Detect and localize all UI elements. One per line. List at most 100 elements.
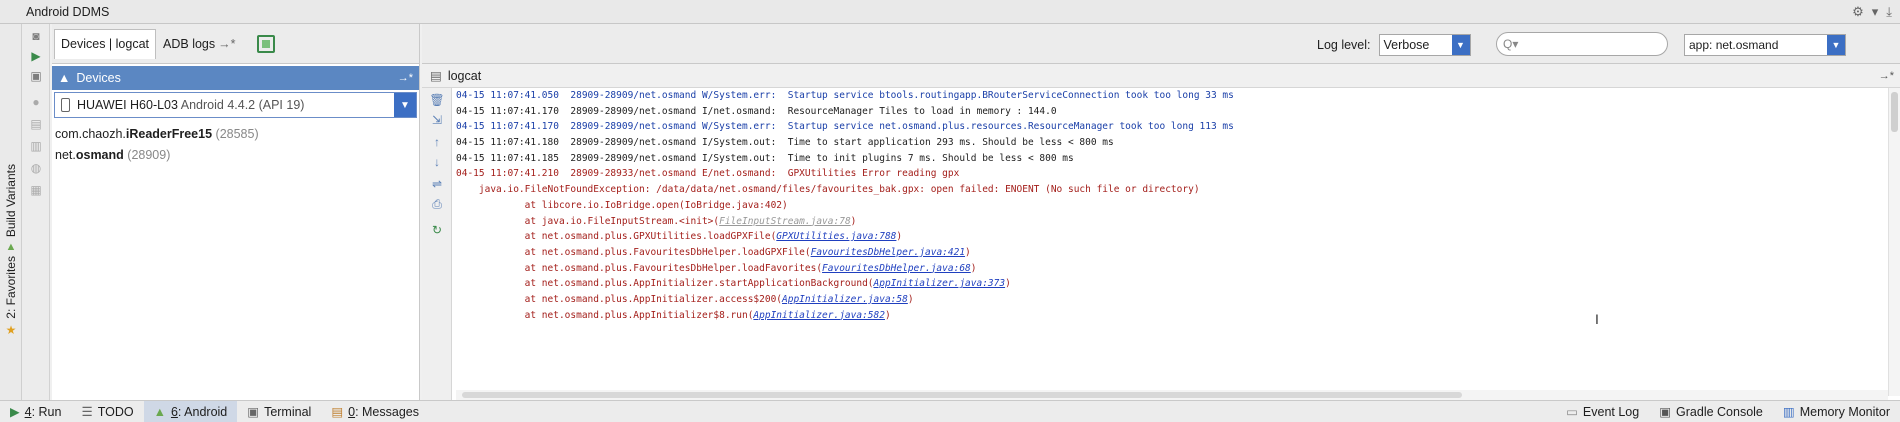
log-text: java.io.FileNotFoundException: /data/dat… xyxy=(456,184,1200,196)
log-line: at net.osmand.plus.FavouritesDbHelper.lo… xyxy=(456,261,1888,277)
gc-icon[interactable]: ◍ xyxy=(27,160,45,176)
device-name: HUAWEI H60-L03 xyxy=(77,98,178,112)
chevron-down-icon: ▼ xyxy=(1827,35,1845,55)
log-line: 04-15 11:07:41.185 28909-28909/net.osman… xyxy=(456,151,1888,167)
chevron-down-icon[interactable]: ▾ xyxy=(1872,4,1879,20)
heap-icon[interactable]: ▤ xyxy=(27,116,45,132)
log-text: at net.osmand.plus.FavouritesDbHelper.lo… xyxy=(456,262,823,274)
memory-monitor-tab[interactable]: ▥ Memory Monitor xyxy=(1773,401,1900,422)
log-line: java.io.FileNotFoundException: /data/dat… xyxy=(456,182,1888,198)
vertical-scrollbar[interactable] xyxy=(1888,88,1900,396)
android-icon: ▲ xyxy=(153,404,166,419)
search-input[interactable]: Q▾ xyxy=(1496,32,1668,56)
memory-icon: ▥ xyxy=(1782,405,1795,419)
soft-wrap-icon[interactable]: ⇌ xyxy=(428,176,446,192)
source-link[interactable]: AppInitializer.java:58 xyxy=(782,294,908,305)
devices-header: ▲ Devices →* xyxy=(52,66,419,90)
restart-icon[interactable]: ↻ xyxy=(428,222,446,238)
run-label: 4: Run xyxy=(24,404,62,419)
event-log-icon: ▭ xyxy=(1566,405,1578,419)
clear-log-icon[interactable]: 🗑 xyxy=(428,92,446,108)
scroll-thumb[interactable] xyxy=(1891,92,1898,132)
log-text: 04-15 11:07:41.185 28909-28909/net.osman… xyxy=(456,152,1074,164)
event-log-tab[interactable]: ▭ Event Log xyxy=(1556,401,1649,422)
device-version: Android 4.4.2 (API 19) xyxy=(180,98,305,112)
down-arrow-icon[interactable]: ↓ xyxy=(428,154,446,170)
terminal-icon: ▣ xyxy=(247,405,260,419)
favorites-label: 2: Favorites xyxy=(4,256,18,319)
scroll-end-icon[interactable]: ⇲ xyxy=(428,112,446,128)
horizontal-scrollbar[interactable] xyxy=(456,390,1888,400)
title-bar: Android DDMS ⚙ ▾ ⤓ xyxy=(0,0,1900,24)
logcat-header: ▤ logcat →* xyxy=(422,64,1900,88)
log-level-select[interactable]: Verbose ▼ xyxy=(1378,34,1471,56)
star-icon: ★ xyxy=(5,322,17,337)
scroll-thumb[interactable] xyxy=(462,392,1462,398)
gradle-console-tab[interactable]: ▣ Gradle Console xyxy=(1649,401,1773,422)
right-tool-tabs: ▭ Event Log ▣ Gradle Console ▥ Memory Mo… xyxy=(1556,401,1900,422)
print-icon[interactable]: ⎙ xyxy=(428,196,446,212)
method-trace-icon[interactable]: ▦ xyxy=(27,182,45,198)
window-title: Android DDMS xyxy=(26,4,110,19)
source-link[interactable]: AppInitializer.java:582 xyxy=(753,310,885,321)
tab-devices-logcat[interactable]: Devices | logcat xyxy=(54,28,157,59)
process-pid: (28909) xyxy=(127,148,171,162)
terminal-tab[interactable]: ▣ Terminal xyxy=(237,401,321,422)
tab-adb-logs[interactable]: ADB logs →* xyxy=(156,29,242,59)
debug-icon[interactable]: ▶ xyxy=(27,48,45,64)
source-link[interactable]: AppInitializer.java:373 xyxy=(874,278,1006,289)
messages-icon: ▤ xyxy=(331,405,344,419)
build-variants-tab[interactable]: Build Variants ▲ xyxy=(2,164,20,253)
android-small-icon: ▲ xyxy=(58,71,71,85)
log-text: at net.osmand.plus.AppInitializer$8.run( xyxy=(456,309,754,321)
process-prefix: com.chaozh. xyxy=(55,127,126,141)
run-icon: ▶ xyxy=(10,405,20,419)
chevron-down-icon[interactable]: ▼ xyxy=(394,93,416,117)
log-text-tail: ) xyxy=(884,309,891,321)
device-select[interactable]: HUAWEI H60-L03 Android 4.4.2 (API 19) ▼ xyxy=(54,92,417,118)
log-line: at net.osmand.plus.AppInitializer.access… xyxy=(456,292,1888,308)
log-text: at net.osmand.plus.FavouritesDbHelper.lo… xyxy=(456,246,811,258)
screen-capture-icon[interactable]: ▣ xyxy=(27,68,45,84)
log-line: at net.osmand.plus.AppInitializer.startA… xyxy=(456,276,1888,292)
camera-icon[interactable]: ◙ xyxy=(27,28,45,44)
list-item[interactable]: net.osmand (28909) xyxy=(55,145,416,166)
minimize-icon[interactable]: ⤓ xyxy=(1886,4,1892,20)
left-tool-strip: Build Variants ▲ 2: Favorites ★ xyxy=(0,24,22,400)
screen-record-icon[interactable] xyxy=(256,34,275,53)
ddms-window: Android DDMS ⚙ ▾ ⤓ Build Variants ▲ 2: F… xyxy=(0,0,1900,422)
list-item[interactable]: com.chaozh.iReaderFree15 (28585) xyxy=(55,124,416,145)
todo-tab[interactable]: ☰ TODO xyxy=(71,401,143,422)
log-line: 04-15 11:07:41.210 28909-28933/net.osman… xyxy=(456,166,1888,182)
android-tab[interactable]: ▲ 6: Android xyxy=(143,400,238,422)
pin-icon[interactable]: →* xyxy=(1879,70,1894,82)
stop-icon[interactable]: ● xyxy=(27,94,45,110)
app-filter-select[interactable]: app: net.osmand ▼ xyxy=(1684,34,1846,56)
logcat-toolbar: Log level: Verbose ▼ Q▾ app: net.osmand … xyxy=(422,24,1900,64)
build-variants-label: Build Variants xyxy=(4,164,18,238)
favorites-tab[interactable]: 2: Favorites ★ xyxy=(2,256,20,337)
up-arrow-icon[interactable]: ↑ xyxy=(428,134,446,150)
log-text: 04-15 11:07:41.170 28909-28909/net.osman… xyxy=(456,105,1057,117)
devices-header-label: Devices xyxy=(76,71,121,85)
devices-panel: Devices | logcat ADB logs →* ▲ Devices →… xyxy=(52,24,420,400)
run-tab[interactable]: ▶ 4: Run xyxy=(0,401,71,422)
log-text-tail: ) xyxy=(970,262,977,274)
process-list: com.chaozh.iReaderFree15 (28585) net.osm… xyxy=(52,118,419,166)
log-text: at java.io.FileInputStream.<init>( xyxy=(456,215,720,227)
source-link[interactable]: FavouritesDbHelper.java:68 xyxy=(822,263,971,274)
log-text-tail: ) xyxy=(896,231,903,243)
pin-icon[interactable]: →* xyxy=(398,72,413,84)
dump-icon[interactable]: ▥ xyxy=(27,138,45,154)
gear-icon[interactable]: ⚙ xyxy=(1852,4,1864,20)
process-pid: (28585) xyxy=(215,127,259,141)
log-text: 04-15 11:07:41.210 28909-28933/net.osman… xyxy=(456,168,960,180)
source-link[interactable]: FavouritesDbHelper.java:421 xyxy=(811,247,965,258)
messages-tab[interactable]: ▤ 0: Messages xyxy=(321,401,429,422)
log-line: at java.io.FileInputStream.<init>(FileIn… xyxy=(456,214,1888,230)
source-link[interactable]: GPXUtilities.java:788 xyxy=(776,231,896,242)
app-filter-value: app: net.osmand xyxy=(1689,38,1779,52)
source-link[interactable]: FileInputStream.java:78 xyxy=(719,216,851,227)
messages-label: 0: Messages xyxy=(348,404,419,419)
log-output[interactable]: 04-15 11:07:41.050 28909-28909/net.osman… xyxy=(456,88,1888,396)
